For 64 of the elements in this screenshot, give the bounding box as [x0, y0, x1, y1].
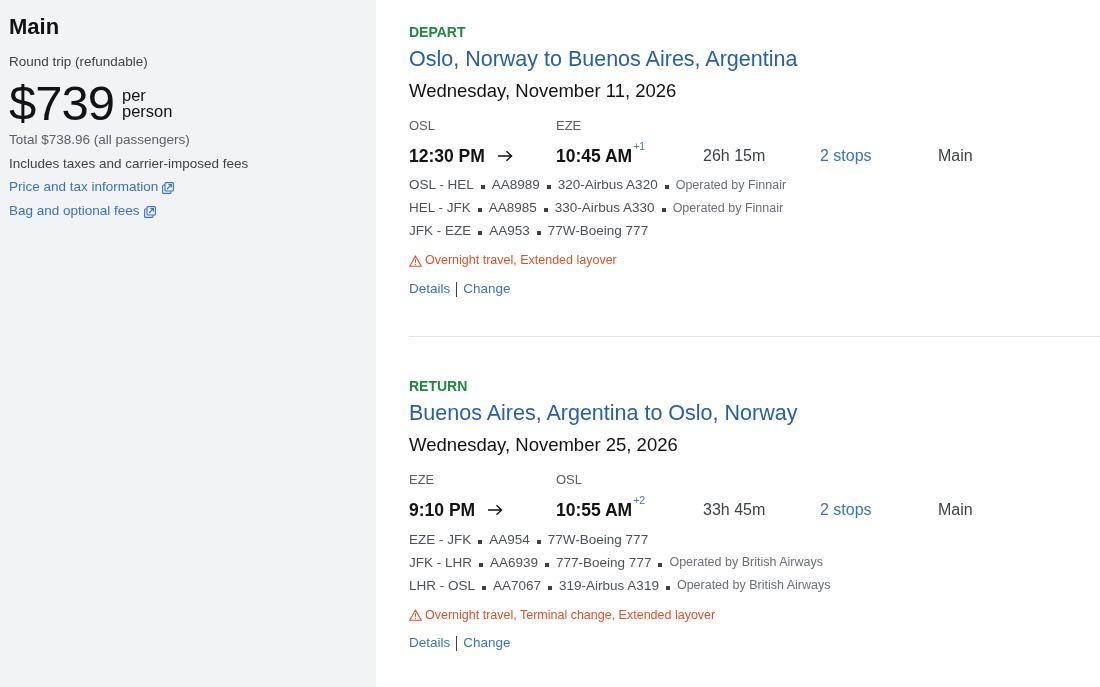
- aircraft-text: 77W-Boeing 777: [547, 223, 649, 240]
- action-link[interactable]: Details: [409, 635, 451, 652]
- arrow-right-icon: [496, 150, 513, 162]
- operator-text: Operated by British Airways: [676, 578, 831, 594]
- segment-route: JFK - EZE: [409, 223, 472, 240]
- duration-text: 33h 45m: [703, 501, 766, 519]
- fare-cabin-title: Main: [9, 14, 60, 41]
- aircraft-text: 77W-Boeing 777: [547, 531, 649, 548]
- segment-route: EZE - JFK: [409, 531, 472, 548]
- destination-code: EZE: [556, 118, 582, 133]
- arrival-time: 10:45 AM: [556, 144, 633, 168]
- destination-code: OSL: [556, 472, 582, 488]
- external-link[interactable]: Bag and optional fees: [9, 203, 156, 220]
- segment-route: JFK - LHR: [409, 554, 472, 571]
- flight-number: AA954: [489, 531, 530, 548]
- aircraft-text: 330-Airbus A330: [554, 200, 655, 217]
- origin-code: OSL: [409, 118, 435, 133]
- departure-time: 12:30 PM: [409, 144, 485, 168]
- stops-link[interactable]: 2 stops: [820, 147, 872, 164]
- travel-date: Wednesday, November 25, 2026: [409, 433, 678, 457]
- slice-label: DEPART: [409, 25, 466, 39]
- aircraft-text: 319-Airbus A319: [559, 577, 659, 594]
- action-link[interactable]: Change: [463, 281, 511, 298]
- day-offset-text: +2: [633, 494, 646, 506]
- fees-note-text: Includes taxes and carrier-imposed fees: [9, 154, 249, 173]
- external-link-icon: [162, 181, 175, 194]
- flight-number: AA7067: [493, 577, 542, 594]
- segment-route: OSL - HEL: [409, 177, 474, 194]
- total-price-text: Total $738.96 (all passengers): [9, 130, 190, 149]
- action-link[interactable]: Change: [463, 635, 511, 652]
- operator-text: Operated by Finnair: [675, 178, 787, 193]
- cabin-text: Main: [938, 147, 973, 164]
- price-unit-text: per person: [122, 86, 174, 120]
- trip-type-text: Round trip (refundable): [9, 54, 148, 71]
- duration-text: 26h 15m: [703, 147, 766, 164]
- operator-text: Operated by British Airways: [669, 555, 823, 571]
- arrival-time: 10:55 AM: [556, 498, 633, 522]
- departure-time: 9:10 PM: [409, 498, 476, 522]
- warning-text: Overnight travel, Extended layover: [425, 253, 617, 269]
- action-link[interactable]: Details: [409, 281, 451, 298]
- segment-route: HEL - JFK: [409, 200, 471, 217]
- aircraft-text: 320-Airbus A320: [557, 177, 658, 194]
- origin-code: EZE: [409, 472, 435, 488]
- flight-number: AA6939: [490, 554, 539, 571]
- external-link[interactable]: Price and tax information: [9, 179, 175, 196]
- route-title: Oslo, Norway to Buenos Aires, Argentina: [409, 47, 798, 73]
- flight-number: AA8989: [491, 177, 540, 194]
- stops-link[interactable]: 2 stops: [820, 501, 872, 519]
- arrow-right-icon: [487, 504, 504, 517]
- warning-text: Overnight travel, Terminal change, Extended layover: [425, 607, 716, 623]
- operator-text: Operated by Finnair: [672, 201, 784, 216]
- travel-date: Wednesday, November 11, 2026: [409, 79, 677, 102]
- cabin-text: Main: [938, 501, 973, 519]
- route-title: Buenos Aires, Argentina to Oslo, Norway: [409, 401, 798, 427]
- warning-icon: [409, 255, 422, 267]
- day-offset-text: +1: [633, 140, 646, 152]
- segment-route: LHR - OSL: [409, 577, 476, 594]
- price-amount: $739: [9, 78, 114, 128]
- flight-number: AA8985: [488, 200, 537, 217]
- external-link-icon: [143, 205, 156, 218]
- aircraft-text: 777-Boeing 777: [556, 554, 652, 571]
- warning-icon: [409, 609, 422, 622]
- slice-label: RETURN: [409, 379, 468, 394]
- flight-number: AA953: [489, 223, 530, 240]
